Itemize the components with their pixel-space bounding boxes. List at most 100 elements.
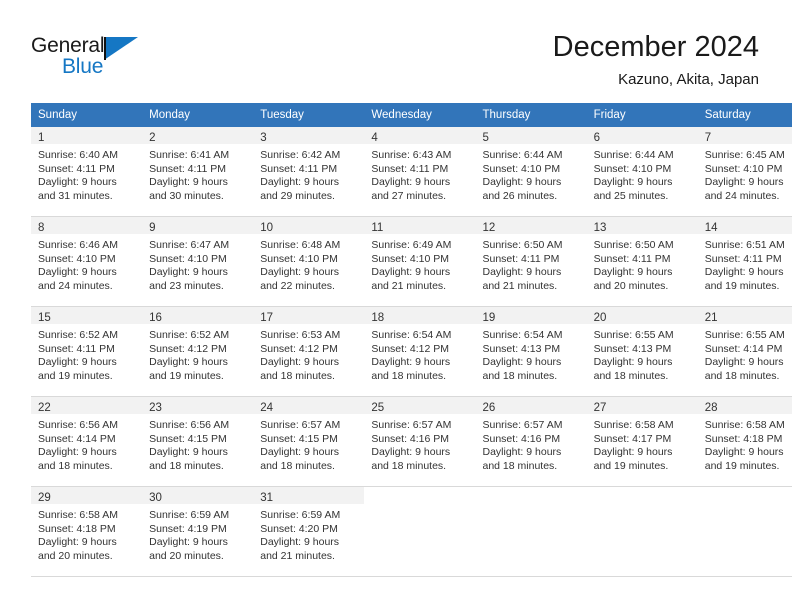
page-title: December 2024 — [552, 31, 759, 63]
calendar-week-row: 22 Sunrise: 6:56 AM Sunset: 4:14 PM Dayligh… — [31, 397, 792, 487]
calendar-day-cell[interactable]: 5 Sunrise: 6:44 AM Sunset: 4:10 PM Daylight… — [475, 127, 587, 217]
weekday-header-saturday: Saturday — [697, 103, 792, 127]
day-number: 21 — [704, 312, 718, 324]
daylight-text-line1: Daylight: 9 hours — [593, 356, 673, 369]
calendar-day-cell[interactable]: 21 Sunrise: 6:55 AM Sunset: 4:14 PM Dayligh… — [697, 307, 792, 397]
day-number: 13 — [593, 222, 607, 234]
calendar-header-row: Sunday Monday Tuesday Wednesday Thursday… — [31, 103, 792, 127]
calendar-day-cell[interactable]: 26 Sunrise: 6:57 AM Sunset: 4:16 PM Dayligh… — [475, 397, 587, 487]
calendar-day-cell[interactable]: 25 Sunrise: 6:57 AM Sunset: 4:16 PM Dayligh… — [364, 397, 476, 487]
daylight-text-line2: and 19 minutes. — [593, 459, 669, 472]
daylight-text-line2: and 26 minutes. — [482, 189, 558, 202]
daylight-text-line1: Daylight: 9 hours — [260, 536, 340, 549]
calendar-day-cell[interactable]: 23 Sunrise: 6:56 AM Sunset: 4:15 PM Dayligh… — [142, 397, 254, 487]
daylight-text-line2: and 18 minutes. — [371, 459, 447, 472]
sunrise-text: Sunrise: 6:52 AM — [149, 329, 230, 341]
calendar-day-cell[interactable]: 16 Sunrise: 6:52 AM Sunset: 4:12 PM Dayligh… — [142, 307, 254, 397]
sunrise-text: Sunrise: 6:56 AM — [38, 419, 118, 431]
sunset-text: Sunset: 4:18 PM — [704, 432, 783, 445]
weekday-header-wednesday: Wednesday — [364, 103, 476, 127]
sunset-text: Sunset: 4:13 PM — [593, 342, 672, 355]
daylight-text-line1: Daylight: 9 hours — [593, 446, 673, 459]
sunset-text: Sunset: 4:14 PM — [38, 432, 116, 445]
daylight-text-line1: Daylight: 9 hours — [704, 176, 784, 189]
daylight-text-line2: and 29 minutes. — [260, 189, 335, 202]
sunrise-text: Sunrise: 6:54 AM — [371, 329, 452, 341]
daylight-text-line1: Daylight: 9 hours — [704, 446, 784, 459]
day-number: 11 — [371, 222, 384, 234]
sunset-text: Sunset: 4:11 PM — [704, 252, 782, 265]
sunrise-text: Sunrise: 6:57 AM — [260, 419, 341, 431]
calendar-day-cell[interactable]: 24 Sunrise: 6:57 AM Sunset: 4:15 PM Dayligh… — [253, 397, 365, 487]
sunrise-text: Sunrise: 6:53 AM — [260, 329, 341, 341]
sunrise-text: Sunrise: 6:55 AM — [704, 329, 785, 341]
calendar-day-cell[interactable]: 12 Sunrise: 6:50 AM Sunset: 4:11 PM Dayligh… — [475, 217, 587, 307]
calendar-day-cell[interactable]: 29 Sunrise: 6:58 AM Sunset: 4:18 PM Dayligh… — [31, 487, 143, 577]
daylight-text-line2: and 22 minutes. — [260, 279, 335, 292]
page-header: General Blue December 2024 Kazuno, Akita… — [0, 0, 792, 103]
calendar-day-cell[interactable]: 19 Sunrise: 6:54 AM Sunset: 4:13 PM Dayligh… — [475, 307, 587, 397]
calendar-day-cell[interactable]: 15 Sunrise: 6:52 AM Sunset: 4:11 PM Dayligh… — [31, 307, 143, 397]
daylight-text-line2: and 18 minutes. — [371, 369, 447, 382]
day-number: 27 — [593, 402, 607, 414]
general-blue-logo[interactable]: General Blue — [31, 34, 161, 82]
sunset-text: Sunset: 4:16 PM — [371, 432, 450, 445]
day-number: 4 — [371, 132, 378, 144]
sunrise-text: Sunrise: 6:43 AM — [371, 149, 452, 161]
daylight-text-line2: and 18 minutes. — [38, 459, 113, 472]
day-number: 24 — [260, 402, 274, 414]
sunrise-text: Sunrise: 6:51 AM — [704, 239, 785, 251]
calendar-day-cell[interactable]: 9 Sunrise: 6:47 AM Sunset: 4:10 PM Daylight… — [142, 217, 254, 307]
calendar-day-cell[interactable]: 17 Sunrise: 6:53 AM Sunset: 4:12 PM Dayligh… — [253, 307, 365, 397]
sunset-text: Sunset: 4:10 PM — [260, 252, 338, 265]
sunrise-text: Sunrise: 6:57 AM — [371, 419, 452, 431]
calendar-day-cell[interactable]: 11 Sunrise: 6:49 AM Sunset: 4:10 PM Dayligh… — [364, 217, 476, 307]
calendar-day-cell[interactable]: 14 Sunrise: 6:51 AM Sunset: 4:11 PM Dayligh… — [697, 217, 792, 307]
calendar-day-cell-empty — [364, 487, 476, 577]
calendar-day-cell[interactable]: 13 Sunrise: 6:50 AM Sunset: 4:11 PM Dayligh… — [586, 217, 698, 307]
daylight-text-line1: Daylight: 9 hours — [371, 176, 451, 189]
calendar-day-cell[interactable]: 18 Sunrise: 6:54 AM Sunset: 4:12 PM Dayligh… — [364, 307, 476, 397]
daylight-text-line2: and 30 minutes. — [149, 189, 224, 202]
sunrise-text: Sunrise: 6:47 AM — [149, 239, 230, 251]
sunset-text: Sunset: 4:10 PM — [704, 162, 783, 175]
daylight-text-line2: and 19 minutes. — [38, 369, 113, 382]
calendar-day-cell[interactable]: 30 Sunrise: 6:59 AM Sunset: 4:19 PM Dayligh… — [142, 487, 254, 577]
daylight-text-line2: and 27 minutes. — [371, 189, 447, 202]
calendar-table: Sunday Monday Tuesday Wednesday Thursday… — [31, 103, 792, 577]
daylight-text-line2: and 24 minutes. — [704, 189, 780, 202]
calendar-day-cell[interactable]: 1 Sunrise: 6:40 AM Sunset: 4:11 PM Daylight… — [31, 127, 143, 217]
calendar-day-cell-empty — [586, 487, 698, 577]
sunrise-text: Sunrise: 6:50 AM — [482, 239, 563, 251]
calendar-container: Sunday Monday Tuesday Wednesday Thursday… — [31, 103, 792, 577]
calendar-day-cell[interactable]: 31 Sunrise: 6:59 AM Sunset: 4:20 PM Dayligh… — [253, 487, 365, 577]
calendar-day-cell[interactable]: 10 Sunrise: 6:48 AM Sunset: 4:10 PM Dayligh… — [253, 217, 365, 307]
daylight-text-line1: Daylight: 9 hours — [371, 266, 451, 279]
sunrise-text: Sunrise: 6:56 AM — [149, 419, 230, 431]
calendar-day-cell[interactable]: 27 Sunrise: 6:58 AM Sunset: 4:17 PM Dayligh… — [586, 397, 698, 487]
calendar-day-cell[interactable]: 28 Sunrise: 6:58 AM Sunset: 4:18 PM Dayligh… — [697, 397, 792, 487]
calendar-day-cell[interactable]: 22 Sunrise: 6:56 AM Sunset: 4:14 PM Dayligh… — [31, 397, 143, 487]
daylight-text-line2: and 23 minutes. — [149, 279, 224, 292]
day-number: 5 — [482, 132, 489, 144]
weekday-header-thursday: Thursday — [475, 103, 587, 127]
day-number: 2 — [149, 132, 156, 144]
calendar-day-cell[interactable]: 20 Sunrise: 6:55 AM Sunset: 4:13 PM Dayligh… — [586, 307, 698, 397]
calendar-day-cell[interactable]: 3 Sunrise: 6:42 AM Sunset: 4:11 PM Daylight… — [253, 127, 365, 217]
daylight-text-line2: and 21 minutes. — [482, 279, 558, 292]
calendar-day-cell[interactable]: 4 Sunrise: 6:43 AM Sunset: 4:11 PM Daylight… — [364, 127, 476, 217]
sunset-text: Sunset: 4:13 PM — [482, 342, 561, 355]
calendar-day-cell[interactable]: 7 Sunrise: 6:45 AM Sunset: 4:10 PM Daylight… — [697, 127, 792, 217]
calendar-day-cell[interactable]: 8 Sunrise: 6:46 AM Sunset: 4:10 PM Daylight… — [31, 217, 143, 307]
day-number: 28 — [704, 402, 718, 414]
calendar-day-cell[interactable]: 6 Sunrise: 6:44 AM Sunset: 4:10 PM Daylight… — [586, 127, 698, 217]
sunrise-text: Sunrise: 6:59 AM — [149, 509, 230, 521]
sunset-text: Sunset: 4:11 PM — [260, 162, 338, 175]
daylight-text-line2: and 19 minutes. — [704, 459, 780, 472]
day-number: 3 — [260, 132, 267, 144]
daylight-text-line2: and 18 minutes. — [704, 369, 780, 382]
day-number: 8 — [38, 222, 45, 234]
sunrise-text: Sunrise: 6:52 AM — [38, 329, 118, 341]
calendar-day-cell[interactable]: 2 Sunrise: 6:41 AM Sunset: 4:11 PM Daylight… — [142, 127, 254, 217]
sunrise-text: Sunrise: 6:58 AM — [704, 419, 785, 431]
